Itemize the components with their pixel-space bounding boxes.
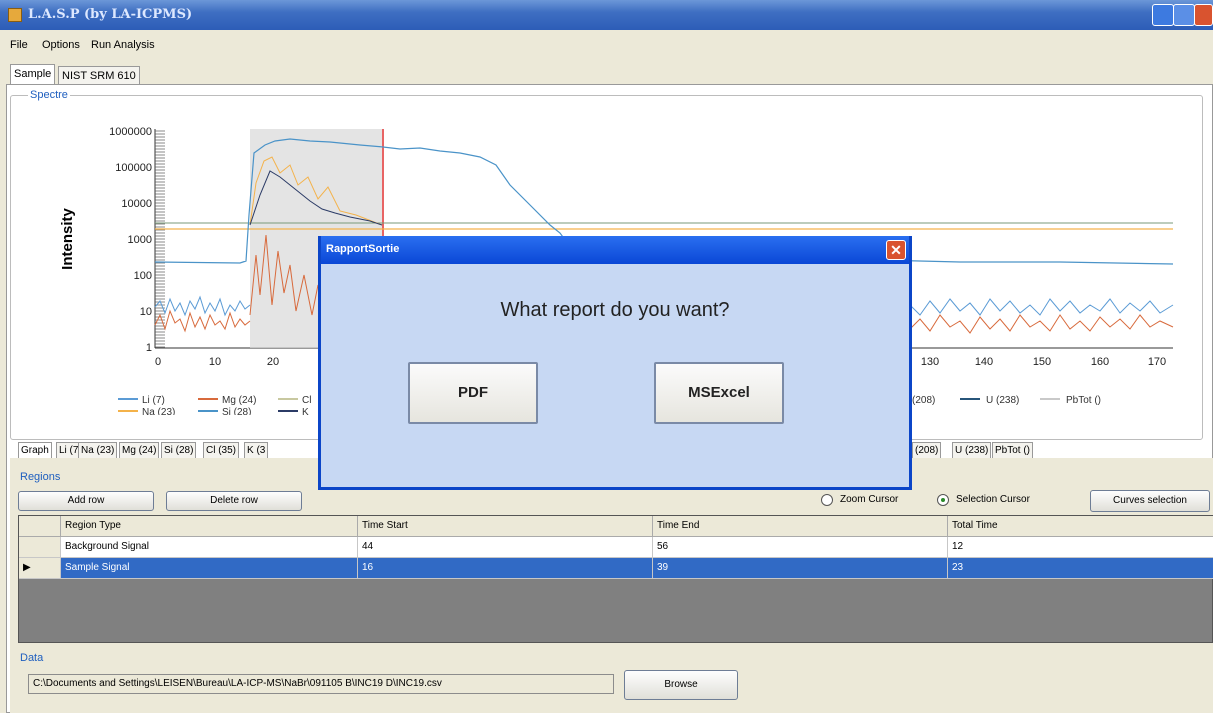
dialog-titlebar: RapportSortie ✕	[321, 236, 909, 264]
curves-selection-button[interactable]: Curves selection	[1090, 490, 1210, 512]
msexcel-button[interactable]: MSExcel	[654, 362, 784, 424]
minimize-button[interactable]	[1152, 4, 1174, 26]
regions-label: Regions	[20, 471, 61, 483]
x-tick-label: 20	[267, 356, 279, 368]
y-tick-label: 1	[146, 342, 152, 354]
dialog-question: What report do you want?	[500, 299, 730, 321]
x-tick-label: 150	[1033, 356, 1051, 368]
legend-entry: (208)	[912, 395, 935, 406]
tab-si[interactable]: Si (28)	[161, 442, 197, 459]
legend-entry: Na (23)	[142, 407, 175, 415]
series-noise-right-2	[909, 314, 1174, 334]
row-header[interactable]	[19, 537, 61, 558]
legend-entry: PbTot ()	[1066, 395, 1101, 406]
column-header[interactable]: Region Type	[61, 516, 358, 537]
series-noise-right	[909, 298, 1174, 316]
y-axis-label: Intensity	[60, 208, 76, 270]
table-header: Region Type Time Start Time End Total Ti…	[19, 516, 1213, 537]
x-tick-label: 140	[975, 356, 993, 368]
dialog-title: RapportSortie	[326, 243, 400, 255]
tab-mg[interactable]: Mg (24)	[119, 442, 160, 459]
selection-cursor-radio[interactable]	[937, 494, 949, 506]
data-label: Data	[20, 652, 44, 664]
browse-button[interactable]: Browse	[624, 670, 738, 700]
y-tick-label: 10000	[121, 198, 152, 210]
tab-pb208[interactable]: (208)	[912, 442, 942, 459]
csv-path-field[interactable]: C:\Documents and Settings\LEISEN\Bureau\…	[28, 674, 614, 694]
delete-row-button[interactable]: Delete row	[166, 491, 302, 511]
y-tick-label: 100	[134, 270, 152, 282]
legend-entry: Si (28)	[222, 407, 251, 415]
menu-bar: File Options Run Analysis	[0, 30, 1213, 60]
x-tick-label: 170	[1148, 356, 1166, 368]
table-row[interactable]: ▶ Sample Signal 16 39 23	[19, 558, 1213, 579]
add-row-button[interactable]: Add row	[18, 491, 154, 511]
tab-graph[interactable]: Graph	[18, 442, 52, 459]
tab-sample[interactable]: Sample	[10, 64, 56, 84]
column-header[interactable]: Time Start	[358, 516, 653, 537]
table-cell[interactable]: 44	[358, 537, 653, 558]
dialog-close-icon[interactable]: ✕	[886, 240, 906, 260]
table-cell[interactable]: Background Signal	[61, 537, 358, 558]
report-dialog: RapportSortie ✕ What report do you want?…	[318, 236, 912, 490]
table-cell[interactable]: 39	[653, 558, 948, 579]
menu-options[interactable]: Options	[42, 39, 80, 51]
pdf-button[interactable]: PDF	[408, 362, 538, 424]
row-header[interactable]: ▶	[19, 558, 61, 579]
y-tick-label: 10	[140, 306, 152, 318]
table-cell[interactable]: 12	[948, 537, 1213, 558]
tab-k[interactable]: K (3	[244, 442, 269, 459]
table-cell[interactable]: 16	[358, 558, 653, 579]
y-tick-label: 100000	[115, 162, 152, 174]
x-tick-label: 160	[1091, 356, 1109, 368]
table-row[interactable]: Background Signal 44 56 12	[19, 537, 1213, 558]
regions-table[interactable]: Region Type Time Start Time End Total Ti…	[18, 515, 1213, 643]
tab-pbtot[interactable]: PbTot ()	[992, 442, 1034, 459]
row-header-corner	[19, 516, 61, 537]
column-header[interactable]: Time End	[653, 516, 948, 537]
spectre-label: Spectre	[28, 89, 70, 101]
tab-u[interactable]: U (238)	[952, 442, 992, 459]
x-tick-label: 0	[155, 356, 161, 368]
legend-entry: Li (7)	[142, 395, 165, 406]
zoom-cursor-radio[interactable]	[821, 494, 833, 506]
menu-run-analysis[interactable]: Run Analysis	[91, 39, 155, 51]
legend-entry: Mg (24)	[222, 395, 256, 406]
tab-nist-srm-610[interactable]: NIST SRM 610	[58, 66, 140, 84]
legend-entry: K	[302, 407, 309, 415]
series-noise-left-2	[154, 309, 251, 333]
app-icon	[8, 8, 22, 22]
x-tick-label: 130	[921, 356, 939, 368]
window-titlebar: L.A.S.P (by LA-ICPMS)	[0, 0, 1213, 30]
close-window-button[interactable]	[1194, 4, 1213, 26]
legend-entry: U (238)	[986, 395, 1019, 406]
zoom-cursor-label[interactable]: Zoom Cursor	[840, 494, 898, 505]
table-cell[interactable]: 56	[653, 537, 948, 558]
window-title: L.A.S.P (by LA-ICPMS)	[28, 7, 193, 22]
x-tick-label: 10	[209, 356, 221, 368]
maximize-button[interactable]	[1173, 4, 1195, 26]
y-tick-label: 1000	[128, 234, 152, 246]
tab-cl[interactable]: Cl (35)	[203, 442, 240, 459]
y-tick-label: 1000000	[109, 126, 152, 138]
selection-cursor-label[interactable]: Selection Cursor	[956, 494, 1030, 505]
table-cell[interactable]: 23	[948, 558, 1213, 579]
tab-na[interactable]: Na (23)	[78, 442, 118, 459]
table-cell[interactable]: Sample Signal	[61, 558, 358, 579]
menu-file[interactable]: File	[10, 39, 28, 51]
legend-entry: Cl	[302, 395, 311, 406]
column-header[interactable]: Total Time	[948, 516, 1213, 537]
